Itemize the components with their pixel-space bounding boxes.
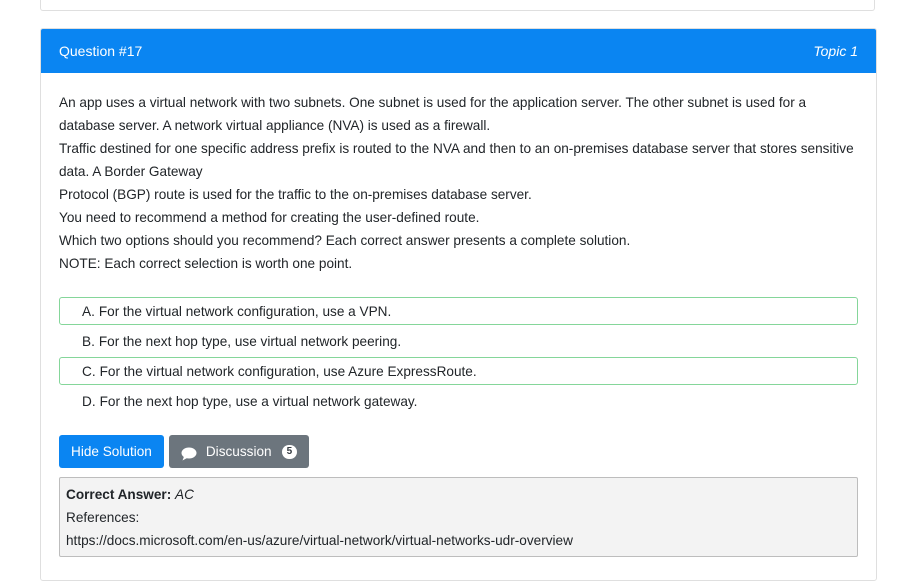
previous-question-card <box>40 0 875 11</box>
discussion-label: Discussion <box>205 444 272 459</box>
correct-answer-line: Correct Answer: AC <box>66 483 851 506</box>
question-card: Question #17 Topic 1 An app uses a virtu… <box>40 28 877 581</box>
action-buttons: Hide Solution Discussion 5 <box>59 435 858 468</box>
question-paragraph: An app uses a virtual network with two s… <box>59 95 807 133</box>
correct-answer-value: AC <box>175 487 194 502</box>
question-number: Question #17 <box>59 43 143 59</box>
answer-box: Correct Answer: AC References: https://d… <box>59 477 858 557</box>
question-header: Question #17 Topic 1 <box>41 29 876 73</box>
choices-list: A. For the virtual network configuration… <box>59 297 858 415</box>
question-body: An app uses a virtual network with two s… <box>41 73 876 557</box>
choice-text: For the virtual network configuration, u… <box>99 363 477 379</box>
choice-c[interactable]: C. For the virtual network configuration… <box>59 357 858 385</box>
hide-solution-label: Hide Solution <box>71 444 152 459</box>
choice-letter: A. <box>82 303 95 319</box>
choice-letter: D. <box>82 393 96 409</box>
question-paragraph: Which two options should you recommend? … <box>59 233 631 248</box>
question-paragraph: You need to recommend a method for creat… <box>59 210 480 225</box>
choice-text: For the next hop type, use virtual netwo… <box>98 333 402 349</box>
choice-text: For the virtual network configuration, u… <box>98 303 392 319</box>
reference-link[interactable]: https://docs.microsoft.com/en-us/azure/v… <box>66 529 851 552</box>
correct-answer-label: Correct Answer: <box>66 487 172 502</box>
topic-label: Topic 1 <box>813 43 858 59</box>
choice-letter: C. <box>82 363 96 379</box>
choice-text: For the next hop type, use a virtual net… <box>99 393 418 409</box>
comment-icon <box>181 445 197 460</box>
hide-solution-button[interactable]: Hide Solution <box>59 435 164 468</box>
choice-a[interactable]: A. For the virtual network configuration… <box>59 297 858 325</box>
question-paragraph: Protocol (BGP) route is used for the tra… <box>59 187 532 202</box>
question-paragraph: NOTE: Each correct selection is worth on… <box>59 256 353 271</box>
question-paragraph: Traffic destined for one specific addres… <box>59 141 854 179</box>
discussion-count-badge: 5 <box>281 444 298 459</box>
choice-letter: B. <box>82 333 95 349</box>
question-text: An app uses a virtual network with two s… <box>59 91 858 275</box>
discussion-button[interactable]: Discussion 5 <box>168 435 310 468</box>
references-label: References: <box>66 510 140 525</box>
choice-d[interactable]: D. For the next hop type, use a virtual … <box>59 387 858 415</box>
choice-b[interactable]: B. For the next hop type, use virtual ne… <box>59 327 858 355</box>
